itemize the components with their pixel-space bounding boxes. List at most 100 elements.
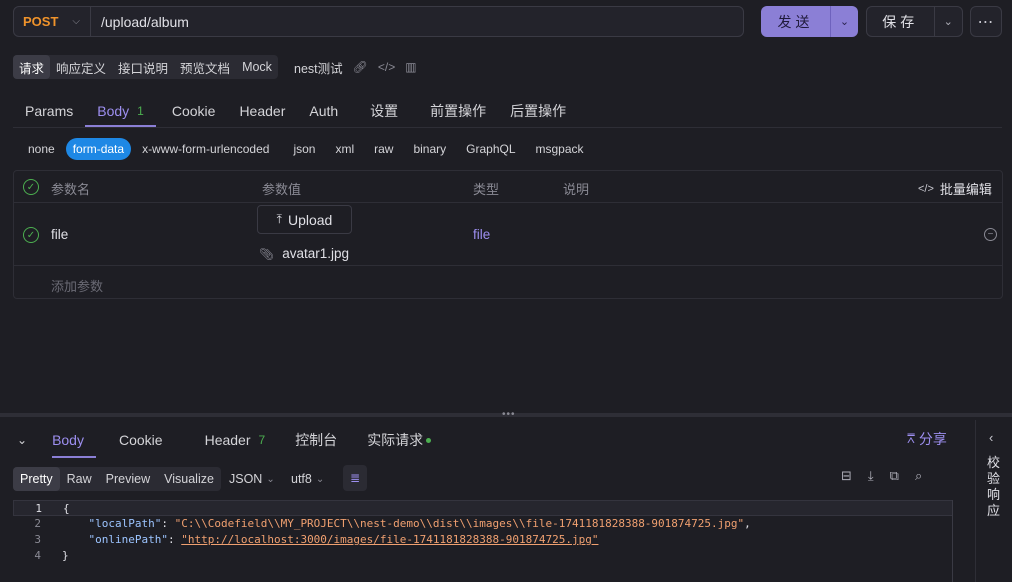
tab-response-header-label: Header — [204, 432, 251, 448]
body-type-binary[interactable]: binary — [406, 138, 453, 160]
tab-console[interactable]: 控制台 — [283, 424, 349, 456]
tab-header[interactable]: Header — [227, 95, 297, 127]
wrap-icon: ≣ — [349, 471, 361, 485]
header-description: 说明 — [563, 182, 590, 197]
tab-post-processors[interactable]: 后置操作 — [498, 95, 578, 127]
code-line: 3 "onlinePath": "http://localhost:3000/i… — [13, 532, 953, 548]
body-type-xml[interactable]: xml — [328, 138, 361, 160]
url-input[interactable]: /upload/album — [91, 14, 189, 30]
encoding-select[interactable]: utf8 ⌄ — [291, 467, 324, 491]
row-checkbox[interactable]: ✓ — [23, 227, 39, 243]
paperclip-icon: 📎︎ — [259, 246, 275, 261]
line-number: 2 — [34, 517, 41, 530]
environment-label[interactable]: nest测试 — [294, 58, 343, 77]
select-all-checkbox[interactable]: ✓ — [23, 179, 39, 195]
body-type-raw[interactable]: raw — [367, 138, 400, 160]
send-button[interactable]: 发送 — [761, 6, 830, 37]
line-number: 3 — [34, 533, 41, 546]
bulk-edit-label: 批量编辑 — [939, 182, 992, 197]
search-icon[interactable]: ⌕ — [915, 468, 922, 484]
tab-auth[interactable]: Auth — [297, 95, 350, 127]
word-wrap-button[interactable]: ≣ — [343, 465, 367, 491]
tab-actual-request[interactable]: 实际请求 — [355, 424, 443, 456]
upload-label: Upload — [287, 211, 333, 228]
tab-pretty[interactable]: Pretty — [13, 467, 60, 491]
chevron-left-icon[interactable]: ‹ — [989, 430, 993, 445]
json-key: "onlinePath" — [88, 533, 168, 546]
header-type: 类型 — [473, 182, 500, 197]
panel-icon[interactable]: ▥ — [405, 60, 416, 74]
chevron-down-icon: ⌄ — [17, 433, 28, 447]
tab-visualize[interactable]: Visualize — [157, 467, 221, 491]
status-dot — [426, 437, 432, 443]
body-type-form-data[interactable]: form-data — [65, 138, 132, 160]
add-param-placeholder[interactable]: 添加参数 — [51, 276, 103, 295]
drag-handle-icon[interactable]: ••• — [502, 409, 516, 420]
tab-raw[interactable]: Raw — [60, 467, 99, 491]
mode-tabs: 请求 响应定义 接口说明 预览文档 Mock — [13, 55, 278, 79]
tab-preview[interactable]: Preview — [99, 467, 157, 491]
tab-request[interactable]: 请求 — [13, 55, 51, 79]
tab-api-description[interactable]: 接口说明 — [112, 55, 174, 79]
body-type-selector: none form-data x-www-form-urlencoded jso… — [21, 138, 595, 160]
code-icon[interactable]: </> — [378, 60, 395, 74]
link-icon[interactable]: 🔗︎ — [353, 60, 368, 74]
response-toolbar: ⊟ ⤓ ⧉ ⌕ — [841, 468, 922, 484]
code-icon: </> — [918, 182, 934, 195]
header-param-value: 参数值 — [262, 182, 302, 197]
code-text: "localPath": "C:\\Codefield\\MY_PROJECT\… — [88, 517, 751, 530]
share-button[interactable]: ⩞ 分享 — [907, 428, 947, 450]
send-dropdown-button[interactable]: ⌄ — [830, 6, 858, 37]
code-text: { — [63, 502, 70, 515]
param-type[interactable]: file — [473, 227, 490, 242]
download-icon[interactable]: ⤓ — [868, 468, 874, 484]
copy-icon[interactable]: ⧉ — [890, 468, 899, 484]
tab-params[interactable]: Params — [13, 95, 85, 127]
tab-response-body[interactable]: Body — [40, 424, 96, 458]
response-code-viewer[interactable]: 1 { 2 "localPath": "C:\\Codefield\\MY_PR… — [13, 500, 953, 582]
body-type-graphql[interactable]: GraphQL — [459, 138, 522, 160]
divider — [13, 127, 1002, 128]
request-tabs: Params Body 1 Cookie Header Auth 设置 前置操作… — [13, 95, 578, 127]
remove-row-icon[interactable]: − — [984, 228, 997, 241]
view-mode-tabs: Pretty Raw Preview Visualize — [13, 467, 221, 491]
tab-body[interactable]: Body 1 — [85, 95, 156, 127]
tab-response-cookie[interactable]: Cookie — [107, 424, 175, 456]
more-button[interactable]: ⋯ — [970, 6, 1002, 37]
save-dropdown-button[interactable]: ⌄ — [935, 7, 962, 36]
format-select[interactable]: JSON ⌄ — [229, 467, 275, 491]
tab-pre-processors[interactable]: 前置操作 — [418, 95, 498, 127]
tab-response-header[interactable]: Header 7 — [193, 424, 278, 456]
collapse-all-icon[interactable]: ⊟ — [841, 468, 852, 484]
tab-response-definition[interactable]: 响应定义 — [50, 55, 112, 79]
body-type-msgpack[interactable]: msgpack — [529, 138, 591, 160]
body-type-none[interactable]: none — [21, 138, 62, 160]
tab-cookie[interactable]: Cookie — [160, 95, 228, 127]
upload-button[interactable]: ⤒ Upload — [257, 205, 352, 234]
method-select[interactable]: POST ⌵ — [14, 7, 91, 36]
url-bar: POST ⌵ /upload/album — [13, 6, 744, 37]
body-type-urlencoded[interactable]: x-www-form-urlencoded — [135, 138, 276, 160]
body-count-badge: 1 — [137, 104, 144, 118]
tab-mock[interactable]: Mock — [236, 55, 278, 79]
tab-body-label: Body — [97, 103, 130, 119]
json-link[interactable]: "http://localhost:3000/images/file-17411… — [181, 533, 598, 546]
collapse-button[interactable]: ⌄ — [13, 424, 31, 456]
bulk-edit-button[interactable]: </> 批量编辑 — [918, 179, 992, 198]
scrollbar[interactable] — [952, 500, 953, 582]
code-text: } — [62, 549, 69, 562]
save-button[interactable]: 保存 — [867, 7, 935, 36]
json-key: "localPath" — [88, 517, 162, 530]
tab-preview-docs[interactable]: 预览文档 — [174, 55, 236, 79]
file-name: avatar1.jpg — [282, 246, 350, 261]
line-number: 1 — [35, 502, 42, 515]
param-name[interactable]: file — [51, 227, 68, 242]
code-line: 2 "localPath": "C:\\Codefield\\MY_PROJEC… — [13, 516, 953, 532]
table-header-row: ✓ 参数名 参数值 类型 说明 </> 批量编辑 — [14, 171, 1002, 203]
body-type-json[interactable]: json — [286, 138, 322, 160]
validate-response-label[interactable]: 校验响应 — [987, 455, 1001, 519]
line-number: 4 — [34, 549, 41, 562]
share-label: 分享 — [918, 431, 947, 447]
mode-extra: nest测试 🔗︎ </> ▥ — [294, 55, 417, 79]
tab-settings[interactable]: 设置 — [358, 95, 410, 127]
